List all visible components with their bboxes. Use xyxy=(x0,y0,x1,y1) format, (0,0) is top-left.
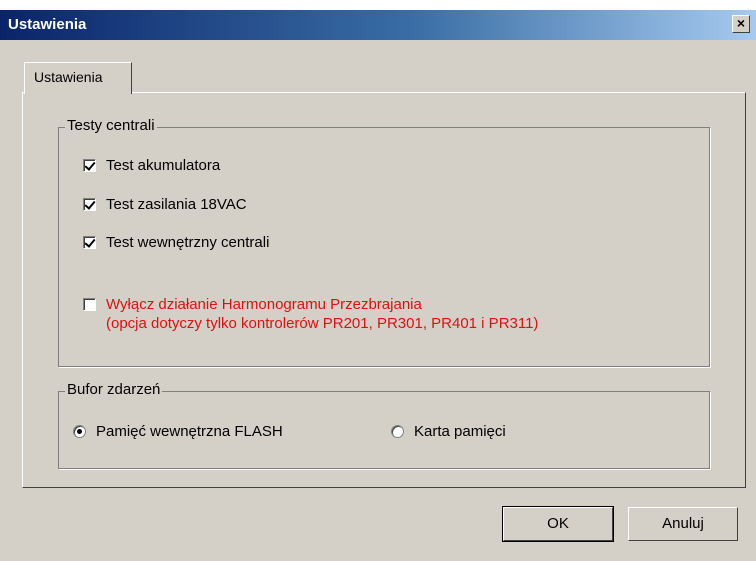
radio-card-row[interactable]: Karta pamięci xyxy=(391,422,506,441)
title-bar[interactable]: Ustawienia × xyxy=(0,10,756,40)
radio-flash-label: Pamięć wewnętrzna FLASH xyxy=(96,423,283,440)
close-button[interactable]: × xyxy=(732,15,750,33)
buffer-group: Bufor zdarzeń Pamięć wewnętrzna FLASH Ka… xyxy=(58,381,710,469)
radio-card-label: Karta pamięci xyxy=(414,423,506,440)
test-akumulatora-checkbox[interactable] xyxy=(83,159,96,172)
ok-button[interactable]: OK xyxy=(502,506,614,542)
harmonogram-label-line1: Wyłącz działanie Harmonogramu Przezbraja… xyxy=(106,296,422,313)
buffer-group-legend: Bufor zdarzeń xyxy=(65,381,163,398)
test-wewnetrzny-label: Test wewnętrzny centrali xyxy=(106,234,270,251)
tab-panel: Testy centrali Test akumulatora Test zas… xyxy=(22,92,746,488)
radio-flash-row[interactable]: Pamięć wewnętrzna FLASH xyxy=(73,422,283,441)
test-akumulatora-label: Test akumulatora xyxy=(106,157,221,174)
harmonogram-label-line2: (opcja dotyczy tylko kontrolerów PR201, … xyxy=(106,315,539,332)
harmonogram-row[interactable]: Wyłącz działanie Harmonogramu Przezbraja… xyxy=(83,295,538,333)
settings-dialog: Ustawienia × Ustawienia Testy centrali T… xyxy=(0,10,756,561)
close-icon: × xyxy=(736,15,746,31)
test-wewnetrzny-row[interactable]: Test wewnętrzny centrali xyxy=(83,233,269,252)
radio-card[interactable] xyxy=(391,425,404,438)
tests-group-legend: Testy centrali xyxy=(65,117,157,134)
test-akumulatora-row[interactable]: Test akumulatora xyxy=(83,156,220,175)
harmonogram-checkbox[interactable] xyxy=(83,298,96,311)
radio-flash[interactable] xyxy=(73,425,86,438)
test-zasilania-label: Test zasilania 18VAC xyxy=(106,196,247,213)
tests-group: Testy centrali Test akumulatora Test zas… xyxy=(58,117,710,367)
harmonogram-label: Wyłącz działanie Harmonogramu Przezbraja… xyxy=(106,295,538,333)
window-title: Ustawienia xyxy=(8,16,87,33)
cancel-button[interactable]: Anuluj xyxy=(628,507,738,541)
tab-label: Ustawienia xyxy=(34,69,103,85)
test-wewnetrzny-checkbox[interactable] xyxy=(83,236,96,249)
test-zasilania-checkbox[interactable] xyxy=(83,198,96,211)
tab-ustawienia[interactable]: Ustawienia xyxy=(24,62,132,94)
test-zasilania-row[interactable]: Test zasilania 18VAC xyxy=(83,195,247,214)
